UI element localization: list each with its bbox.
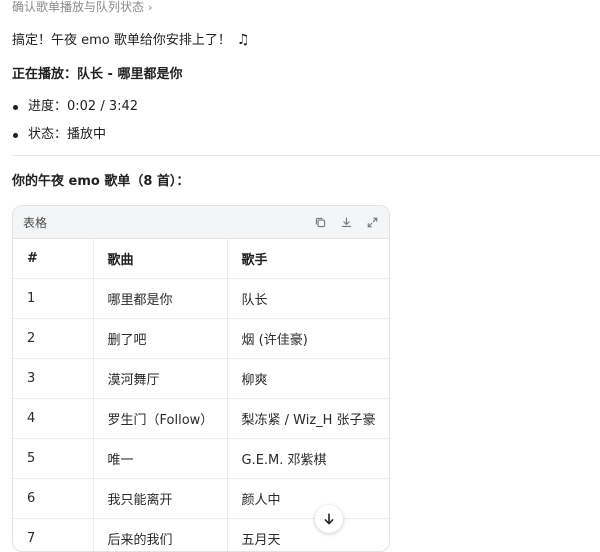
cell-song: 唯一 (93, 439, 227, 479)
table-row: 4 罗生门（Follow） 梨冻紧 / Wiz_H 张子豪 (13, 399, 389, 439)
cell-artist: 梨冻紧 / Wiz_H 张子豪 (227, 399, 389, 439)
cell-artist: 烟 (许佳豪) (227, 319, 389, 359)
cell-song: 哪里都是你 (93, 279, 227, 319)
table-row: 1 哪里都是你 队长 (13, 279, 389, 319)
cell-artist: 柳爽 (227, 359, 389, 399)
music-note-icon: ♫ (237, 32, 250, 48)
cell-index: 2 (13, 319, 93, 359)
progress-item: 进度：0:02 / 3:42 (12, 98, 138, 126)
intro-line: 搞定！午夜 emo 歌单给你安排上了！ ♫ (12, 32, 249, 49)
table-header-bar: 表格 (13, 206, 389, 239)
cell-song: 删了吧 (93, 319, 227, 359)
state-item: 状态：播放中 (12, 126, 138, 154)
download-icon[interactable] (339, 215, 353, 229)
cell-index: 6 (13, 479, 93, 519)
playlist-title: 你的午夜 emo 歌单（8 首）： (12, 174, 189, 190)
col-header-index: # (13, 239, 93, 279)
cell-artist: 队长 (227, 279, 389, 319)
cell-index: 4 (13, 399, 93, 439)
chevron-right-icon: › (148, 1, 152, 15)
cell-song: 罗生门（Follow） (93, 399, 227, 439)
intro-text: 搞定！午夜 emo 歌单给你安排上了！ (12, 33, 231, 48)
cell-index: 5 (13, 439, 93, 479)
cell-song: 我只能离开 (93, 479, 227, 519)
divider (12, 155, 600, 156)
col-header-artist: 歌手 (227, 239, 389, 279)
breadcrumb-text: 确认歌单播放与队列状态 (12, 0, 144, 14)
table-tools (313, 215, 379, 229)
cell-index: 3 (13, 359, 93, 399)
table-row: 5 唯一 G.E.M. 邓紫棋 (13, 439, 389, 479)
table-row: 3 漠河舞厅 柳爽 (13, 359, 389, 399)
cell-song: 后来的我们 (93, 519, 227, 552)
cell-song: 漠河舞厅 (93, 359, 227, 399)
now-playing: 正在播放：队长 - 哪里都是你 (12, 67, 182, 83)
cell-index: 1 (13, 279, 93, 319)
expand-icon[interactable] (365, 215, 379, 229)
copy-icon[interactable] (313, 215, 327, 229)
playlist-table-card: 表格 # 歌曲 歌手 (12, 205, 390, 552)
arrow-down-icon (322, 512, 336, 526)
cell-artist: G.E.M. 邓紫棋 (227, 439, 389, 479)
cell-index: 7 (13, 519, 93, 552)
status-list: 进度：0:02 / 3:42 状态：播放中 (12, 98, 138, 154)
cell-artist: 五月天 (227, 519, 389, 552)
table-label: 表格 (23, 214, 47, 231)
table-header-row: # 歌曲 歌手 (13, 239, 389, 279)
cell-artist: 颜人中 (227, 479, 389, 519)
table-row: 2 删了吧 烟 (许佳豪) (13, 319, 389, 359)
col-header-song: 歌曲 (93, 239, 227, 279)
status-breadcrumb[interactable]: 确认歌单播放与队列状态 › (12, 0, 152, 15)
scroll-to-bottom-button[interactable] (315, 505, 343, 533)
